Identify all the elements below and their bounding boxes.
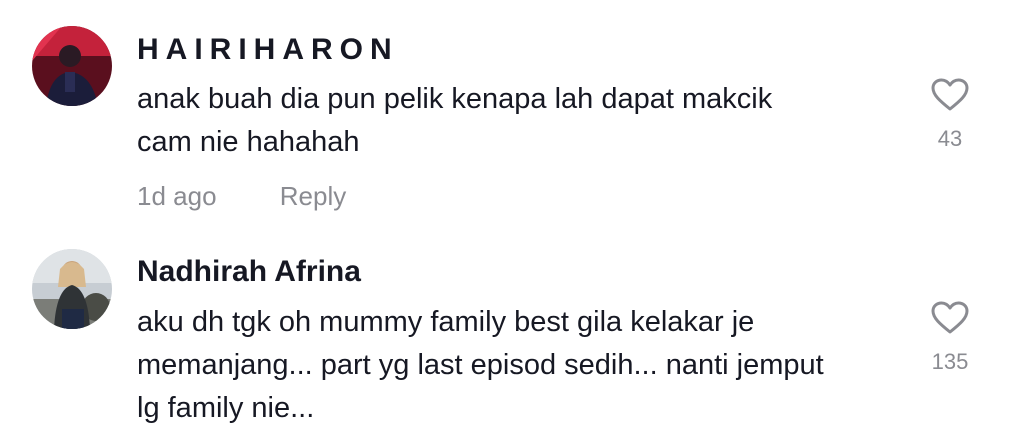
comment-meta: 1d ago Reply [137,180,346,212]
comment-item: HAIRIHARON anak buah dia pun pelik kenap… [0,0,1024,230]
comment-timestamp: 1d ago [137,181,217,211]
comment-username[interactable]: Nadhirah Afrina [137,254,361,290]
comment-text: anak buah dia pun pelik kenapa lah dapat… [137,78,907,164]
comment-text-line: memanjang... part yg last episod sedih..… [137,349,824,381]
comment-text: aku dh tgk oh mummy family best gila kel… [137,301,907,430]
user-avatar-icon [32,249,112,329]
comment-text-line: cam nie hahahah [137,126,360,158]
comment-username[interactable]: HAIRIHARON [137,32,399,68]
reply-button[interactable]: Reply [280,180,346,212]
like-button[interactable]: 43 [926,78,974,152]
heart-icon [931,301,969,334]
like-button[interactable]: 135 [926,301,974,375]
like-count: 135 [931,349,969,374]
user-avatar-icon [32,26,112,106]
avatar[interactable] [32,249,112,329]
comment-text-line: lg family nie... [137,392,315,424]
comment-item: Nadhirah Afrina aku dh tgk oh mummy fami… [0,230,1024,440]
comment-text-line: anak buah dia pun pelik kenapa lah dapat… [137,83,773,115]
comment-text-line: aku dh tgk oh mummy family best gila kel… [137,306,755,338]
avatar[interactable] [32,26,112,106]
heart-icon [931,78,969,111]
like-count: 43 [937,126,963,151]
